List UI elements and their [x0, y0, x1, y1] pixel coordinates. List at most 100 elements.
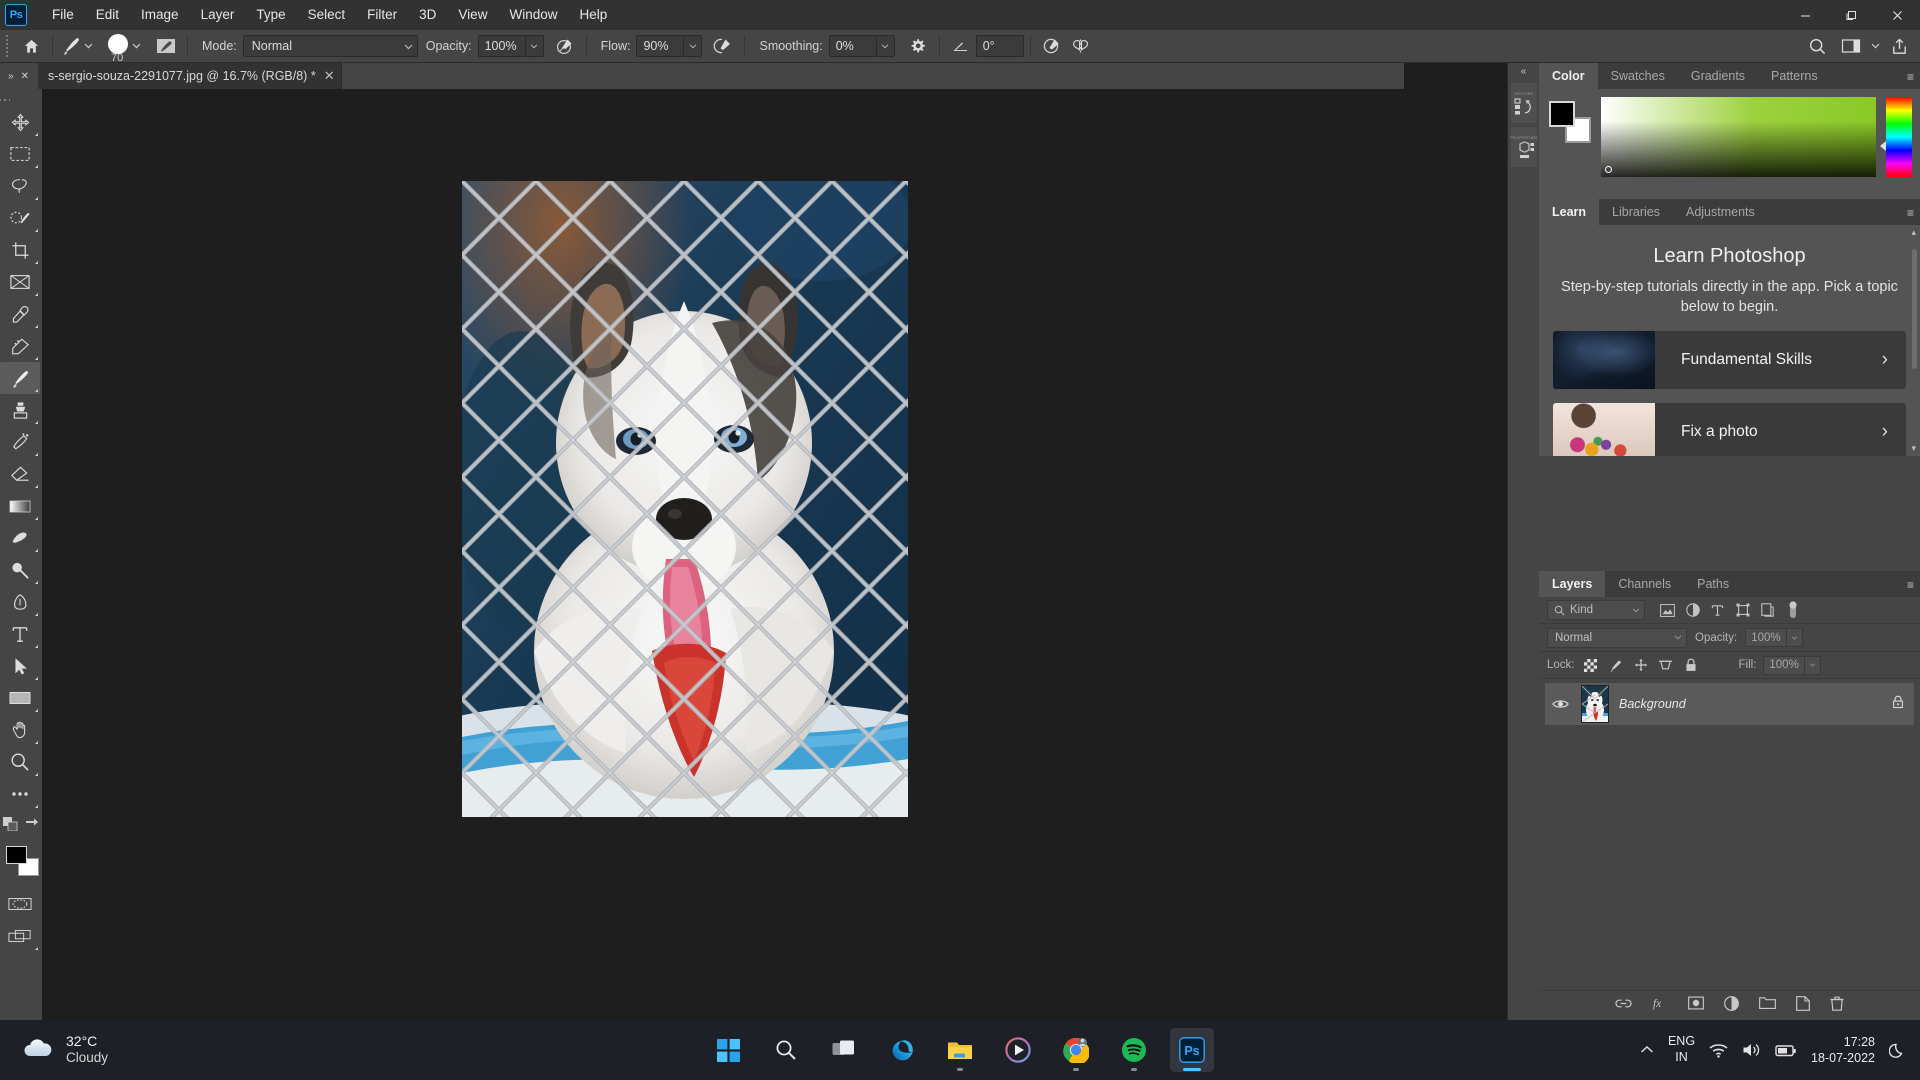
brush-tool[interactable]: [0, 362, 40, 394]
menu-window[interactable]: Window: [498, 0, 568, 30]
document-tab[interactable]: s-sergio-souza-2291077.jpg @ 16.7% (RGB/…: [38, 63, 342, 89]
brush-settings-panel-icon[interactable]: [151, 33, 181, 59]
opacity-value[interactable]: 100%: [477, 35, 526, 57]
history-panel-icon[interactable]: HISTORY: [1511, 83, 1537, 123]
filter-pixel-layers-icon[interactable]: [1655, 599, 1680, 621]
brush-preset-chevron-icon[interactable]: [83, 33, 93, 59]
smoothing-chevron-icon[interactable]: [876, 35, 895, 57]
object-selection-tool[interactable]: [0, 202, 40, 234]
volume-icon[interactable]: [1742, 1042, 1761, 1058]
brush-angle-icon[interactable]: [946, 33, 976, 59]
learn-panel-menu-icon[interactable]: ≡: [1907, 206, 1914, 220]
layer-name[interactable]: Background: [1619, 697, 1882, 711]
color-spectrum-field[interactable]: [1601, 97, 1876, 177]
layer-thumbnail[interactable]: [1581, 685, 1609, 723]
brush-size-preview[interactable]: 70: [103, 33, 143, 64]
menu-layer[interactable]: Layer: [190, 0, 246, 30]
rectangular-marquee-tool[interactable]: [0, 138, 40, 170]
link-layers-icon[interactable]: [1615, 997, 1632, 1015]
expand-panels-icon[interactable]: «: [1508, 63, 1539, 79]
blur-tool[interactable]: [0, 522, 40, 554]
menu-image[interactable]: Image: [130, 0, 190, 30]
menu-3d[interactable]: 3D: [408, 0, 447, 30]
tab-adjustments[interactable]: Adjustments: [1672, 199, 1768, 225]
taskbar-weather-widget[interactable]: 32°C Cloudy: [22, 1033, 108, 1067]
quick-mask-mode-icon[interactable]: [0, 888, 40, 920]
filter-toggle-icon[interactable]: [1780, 599, 1805, 621]
menu-help[interactable]: Help: [568, 0, 618, 30]
options-bar-grip[interactable]: [0, 30, 10, 63]
smoothing-options-gear-icon[interactable]: [903, 33, 933, 59]
flow-control[interactable]: 90%: [636, 35, 703, 57]
smoothing-control[interactable]: 0%: [828, 35, 895, 57]
pressure-opacity-icon[interactable]: [550, 33, 580, 59]
tab-color[interactable]: Color: [1539, 63, 1598, 89]
search-icon[interactable]: [1802, 33, 1832, 59]
wifi-icon[interactable]: [1709, 1043, 1728, 1058]
swap-colors-icon[interactable]: [25, 817, 39, 835]
tab-channels[interactable]: Channels: [1605, 571, 1685, 597]
language-indicator[interactable]: ENG IN: [1668, 1034, 1695, 1065]
tools-panel-grip[interactable]: [0, 94, 10, 106]
lasso-tool[interactable]: [0, 170, 40, 202]
dodge-tool[interactable]: [0, 554, 40, 586]
tab-dock-close-icon[interactable]: ✕: [21, 71, 29, 82]
color-panel-foreground-swatch[interactable]: [1549, 101, 1575, 127]
tab-overflow-icon[interactable]: »: [8, 71, 14, 82]
smoothing-value[interactable]: 0%: [828, 35, 877, 57]
lock-artboard-nesting-icon[interactable]: [1657, 655, 1675, 675]
canvas-area[interactable]: [42, 89, 1404, 1020]
learn-card-fundamental-skills[interactable]: Fundamental Skills ›: [1553, 331, 1906, 390]
spot-healing-brush-tool[interactable]: [0, 330, 40, 362]
start-button[interactable]: [706, 1028, 750, 1072]
crop-tool[interactable]: [0, 234, 40, 266]
foreground-background-colors[interactable]: [0, 842, 40, 882]
scroll-up-icon[interactable]: ▴: [1911, 227, 1916, 238]
tablet-pressure-size-icon[interactable]: [1037, 33, 1067, 59]
new-group-icon[interactable]: [1759, 996, 1776, 1015]
filter-smart-object-layers-icon[interactable]: [1755, 599, 1780, 621]
tab-paths[interactable]: Paths: [1684, 571, 1743, 597]
tray-overflow-chevron-icon[interactable]: [1640, 1045, 1654, 1055]
chrome-taskbar-icon[interactable]: [1054, 1028, 1098, 1072]
clone-stamp-tool[interactable]: [0, 394, 40, 426]
horizontal-type-tool[interactable]: [0, 618, 40, 650]
flow-value[interactable]: 90%: [636, 35, 685, 57]
tab-swatches[interactable]: Swatches: [1597, 63, 1678, 89]
battery-icon[interactable]: [1775, 1043, 1797, 1058]
tab-patterns[interactable]: Patterns: [1758, 63, 1831, 89]
layer-filter-kind-select[interactable]: Kind: [1547, 600, 1645, 620]
frame-tool[interactable]: [0, 266, 40, 298]
file-explorer-taskbar-icon[interactable]: [938, 1028, 982, 1072]
maximize-button[interactable]: [1828, 0, 1874, 30]
delete-layer-icon[interactable]: [1830, 996, 1844, 1016]
home-icon[interactable]: [16, 33, 46, 59]
opacity-chevron-icon[interactable]: [525, 35, 544, 57]
lock-all-icon[interactable]: [1682, 655, 1700, 675]
share-icon[interactable]: [1884, 33, 1914, 59]
menu-view[interactable]: View: [447, 0, 498, 30]
layer-fill-control[interactable]: 100%: [1763, 655, 1822, 675]
minimize-button[interactable]: [1782, 0, 1828, 30]
default-colors-icon[interactable]: [3, 816, 18, 836]
new-adjustment-layer-icon[interactable]: [1724, 995, 1739, 1016]
menu-file[interactable]: File: [41, 0, 85, 30]
color-panel-body[interactable]: [1539, 89, 1920, 199]
properties-panel-icon[interactable]: PROPERTIES: [1510, 127, 1538, 167]
opacity-control[interactable]: 100%: [477, 35, 544, 57]
history-brush-tool[interactable]: [0, 426, 40, 458]
tab-gradients[interactable]: Gradients: [1677, 63, 1759, 89]
color-panel-menu-icon[interactable]: ≡: [1907, 70, 1914, 84]
task-view-button[interactable]: [822, 1028, 866, 1072]
menu-type[interactable]: Type: [245, 0, 296, 30]
layer-blend-mode-select[interactable]: Normal: [1547, 627, 1687, 648]
filter-adjustment-layers-icon[interactable]: [1680, 599, 1705, 621]
hand-tool[interactable]: [0, 714, 40, 746]
rectangle-tool[interactable]: [0, 682, 40, 714]
chevron-right-icon[interactable]: ›: [1882, 349, 1888, 371]
workspace-switcher-icon[interactable]: [1836, 33, 1866, 59]
eraser-tool[interactable]: [0, 458, 40, 490]
tab-learn[interactable]: Learn: [1539, 199, 1600, 225]
layer-opacity-chevron-icon[interactable]: [1787, 628, 1804, 647]
layer-visibility-eye-icon[interactable]: [1549, 698, 1571, 710]
